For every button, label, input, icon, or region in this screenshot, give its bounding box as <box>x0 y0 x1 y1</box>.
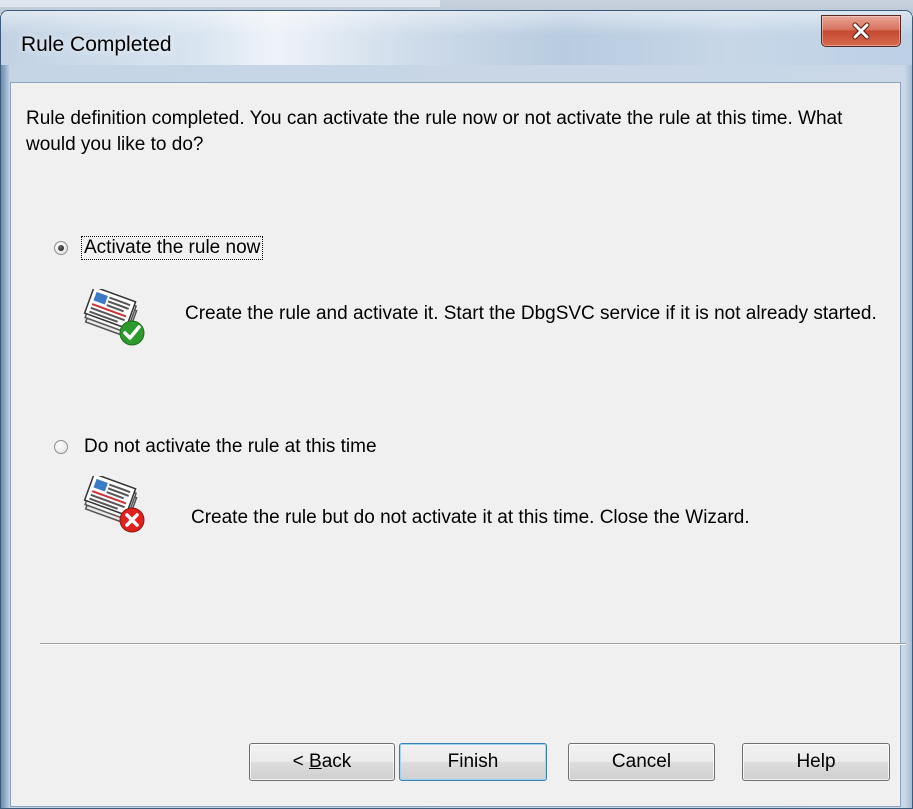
title-bar[interactable]: Rule Completed <box>1 11 912 65</box>
button-separator <box>40 643 906 645</box>
radio-activate-now[interactable] <box>54 241 68 255</box>
back-button-mnemonic: B <box>309 751 322 772</box>
finish-button[interactable]: Finish <box>399 743 547 781</box>
option-activate-now-description: Create the rule and activate it. Start t… <box>185 303 877 324</box>
back-button-label: ack <box>321 751 352 772</box>
dialog-window: Rule Completed Rule definition completed… <box>0 10 913 809</box>
option-do-not-activate-label[interactable]: Do not activate the rule at this time <box>84 436 377 458</box>
cancel-button[interactable]: Cancel <box>568 743 715 781</box>
option-activate-now[interactable]: Activate the rule now <box>54 236 264 260</box>
close-button[interactable] <box>821 15 901 47</box>
window-title: Rule Completed <box>21 33 172 56</box>
rule-activate-icon <box>83 289 145 346</box>
intro-text: Rule definition completed. You can activ… <box>26 108 843 155</box>
rule-deactivate-icon <box>83 476 145 533</box>
dialog-content: Rule definition completed. You can activ… <box>10 82 901 807</box>
help-button-label: Help <box>796 751 836 772</box>
close-icon <box>852 22 870 40</box>
help-button[interactable]: Help <box>742 743 890 781</box>
option-do-not-activate-description: Create the rule but do not activate it a… <box>191 507 750 528</box>
option-do-not-activate[interactable]: Do not activate the rule at this time <box>54 436 377 458</box>
back-button-prefix: < <box>292 751 310 772</box>
radio-do-not-activate[interactable] <box>54 440 68 454</box>
option-activate-now-label[interactable]: Activate the rule now <box>81 236 264 260</box>
cancel-button-label: Cancel <box>611 751 672 772</box>
back-button[interactable]: < Back <box>249 743 395 781</box>
finish-button-label: Finish <box>447 751 499 772</box>
